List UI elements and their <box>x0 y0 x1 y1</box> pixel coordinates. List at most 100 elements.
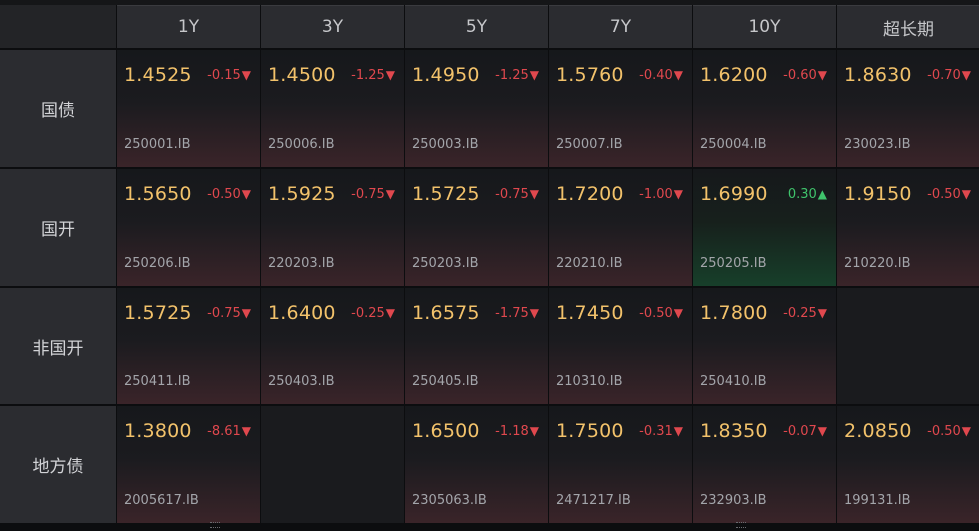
change-text: -1.25 <box>351 68 385 83</box>
quote-cell[interactable]: 1.7800 -0.25▼ 250410.IB <box>693 288 836 404</box>
quote-cell[interactable]: 2.0850 -0.50▼ 199131.IB <box>837 406 979 523</box>
quote-cell[interactable]: 1.5725 -0.75▼ 250203.IB <box>405 169 548 286</box>
quote-cell[interactable]: 1.6990 0.30▲ 250205.IB <box>693 169 836 286</box>
arrow-down-icon: ▼ <box>529 424 539 438</box>
yield-value: 1.5925 <box>268 183 336 205</box>
arrow-down-icon: ▼ <box>529 187 539 201</box>
row-header[interactable]: 国开 <box>0 169 116 286</box>
arrow-down-icon: ▼ <box>241 424 251 438</box>
quote-cell[interactable]: 1.9150 -0.50▼ 210220.IB <box>837 169 979 286</box>
arrow-down-icon: ▼ <box>961 68 971 82</box>
change-text: -0.07 <box>783 424 817 439</box>
arrow-down-icon: ▼ <box>385 187 395 201</box>
change-text: 0.30 <box>787 187 817 202</box>
change-text: -0.70 <box>927 68 961 83</box>
change-value: -1.25▼ <box>495 68 539 83</box>
change-value: -0.50▼ <box>639 306 683 321</box>
change-value: -1.25▼ <box>351 68 395 83</box>
yield-value: 1.3800 <box>124 420 192 442</box>
arrow-down-icon: ▼ <box>673 187 683 201</box>
change-text: -8.61 <box>207 424 241 439</box>
quote-cell[interactable]: 1.4950 -1.25▼ 250003.IB <box>405 50 548 167</box>
change-value: -8.61▼ <box>207 424 251 439</box>
corner-cell <box>0 5 116 48</box>
bond-code: 250006.IB <box>268 137 335 152</box>
bond-code: 250205.IB <box>700 256 767 271</box>
arrow-up-icon: ▲ <box>817 187 827 201</box>
arrow-down-icon: ▼ <box>817 424 827 438</box>
quote-cell[interactable]: 1.5650 -0.50▼ 250206.IB <box>117 169 260 286</box>
yield-value: 1.4525 <box>124 64 192 86</box>
quote-cell[interactable]: 1.7500 -0.31▼ 2471217.IB <box>549 406 692 523</box>
yield-value: 1.8350 <box>700 420 768 442</box>
empty-quote-cell <box>837 288 979 404</box>
change-value: -0.75▼ <box>495 187 539 202</box>
quote-cell[interactable]: 1.5725 -0.75▼ 250411.IB <box>117 288 260 404</box>
bond-code: 2305063.IB <box>412 493 487 508</box>
row-header[interactable]: 非国开 <box>0 288 116 404</box>
change-text: -0.31 <box>639 424 673 439</box>
bond-code: 250405.IB <box>412 374 479 389</box>
change-value: -0.07▼ <box>783 424 827 439</box>
change-value: -0.15▼ <box>207 68 251 83</box>
quote-cell[interactable]: 1.3800 -8.61▼ 2005617.IB <box>117 406 260 523</box>
change-text: -0.50 <box>927 187 961 202</box>
bond-code: 2005617.IB <box>124 493 199 508</box>
quote-cell[interactable]: 1.4525 -0.15▼ 250001.IB <box>117 50 260 167</box>
change-value: -0.25▼ <box>351 306 395 321</box>
change-text: -0.15 <box>207 68 241 83</box>
quote-cell[interactable]: 1.6500 -1.18▼ 2305063.IB <box>405 406 548 523</box>
arrow-down-icon: ▼ <box>529 68 539 82</box>
change-value: -0.75▼ <box>351 187 395 202</box>
quote-cell[interactable]: 1.8350 -0.07▼ 232903.IB <box>693 406 836 523</box>
change-value: -1.75▼ <box>495 306 539 321</box>
row-header[interactable]: 地方债 <box>0 406 116 523</box>
change-value: -1.00▼ <box>639 187 683 202</box>
bond-code: 250411.IB <box>124 374 191 389</box>
yield-value: 1.7450 <box>556 302 624 324</box>
quote-cell[interactable]: 1.6200 -0.60▼ 250004.IB <box>693 50 836 167</box>
quote-cell[interactable]: 1.6575 -1.75▼ 250405.IB <box>405 288 548 404</box>
yield-value: 1.6575 <box>412 302 480 324</box>
arrow-down-icon: ▼ <box>241 187 251 201</box>
quote-cell[interactable]: 1.7200 -1.00▼ 220210.IB <box>549 169 692 286</box>
column-header-1y[interactable]: 1Y <box>117 5 260 48</box>
quote-cell[interactable]: 1.6400 -0.25▼ 250403.IB <box>261 288 404 404</box>
bond-code: 250410.IB <box>700 374 767 389</box>
yield-value: 1.6990 <box>700 183 768 205</box>
arrow-down-icon: ▼ <box>529 306 539 320</box>
yield-matrix: 1Y 3Y 5Y 7Y 10Y 超长期 国债 1.4525 -0.15▼ 250001… <box>0 5 979 523</box>
quote-cell[interactable]: 1.5760 -0.40▼ 250007.IB <box>549 50 692 167</box>
arrow-down-icon: ▼ <box>817 306 827 320</box>
resize-grip-right[interactable] <box>736 522 746 528</box>
change-text: -0.50 <box>639 306 673 321</box>
resize-grip-left[interactable] <box>210 522 220 528</box>
yield-value: 1.5650 <box>124 183 192 205</box>
row-header[interactable]: 国债 <box>0 50 116 167</box>
arrow-down-icon: ▼ <box>673 424 683 438</box>
change-value: -0.25▼ <box>783 306 827 321</box>
bond-code: 250203.IB <box>412 256 479 271</box>
bond-code: 250007.IB <box>556 137 623 152</box>
change-text: -1.00 <box>639 187 673 202</box>
change-text: -0.75 <box>207 306 241 321</box>
bond-code: 210220.IB <box>844 256 911 271</box>
change-value: -0.50▼ <box>207 187 251 202</box>
column-header-3y[interactable]: 3Y <box>261 5 404 48</box>
column-header-7y[interactable]: 7Y <box>549 5 692 48</box>
arrow-down-icon: ▼ <box>673 306 683 320</box>
column-header-10y[interactable]: 10Y <box>693 5 836 48</box>
yield-value: 2.0850 <box>844 420 912 442</box>
arrow-down-icon: ▼ <box>241 306 251 320</box>
change-text: -0.75 <box>351 187 385 202</box>
quote-cell[interactable]: 1.7450 -0.50▼ 210310.IB <box>549 288 692 404</box>
yield-value: 1.5725 <box>412 183 480 205</box>
quote-cell[interactable]: 1.8630 -0.70▼ 230023.IB <box>837 50 979 167</box>
change-text: -0.25 <box>351 306 385 321</box>
arrow-down-icon: ▼ <box>385 68 395 82</box>
quote-cell[interactable]: 1.4500 -1.25▼ 250006.IB <box>261 50 404 167</box>
column-header-5y[interactable]: 5Y <box>405 5 548 48</box>
bond-code: 210310.IB <box>556 374 623 389</box>
column-header-ultra-long[interactable]: 超长期 <box>837 5 979 48</box>
quote-cell[interactable]: 1.5925 -0.75▼ 220203.IB <box>261 169 404 286</box>
